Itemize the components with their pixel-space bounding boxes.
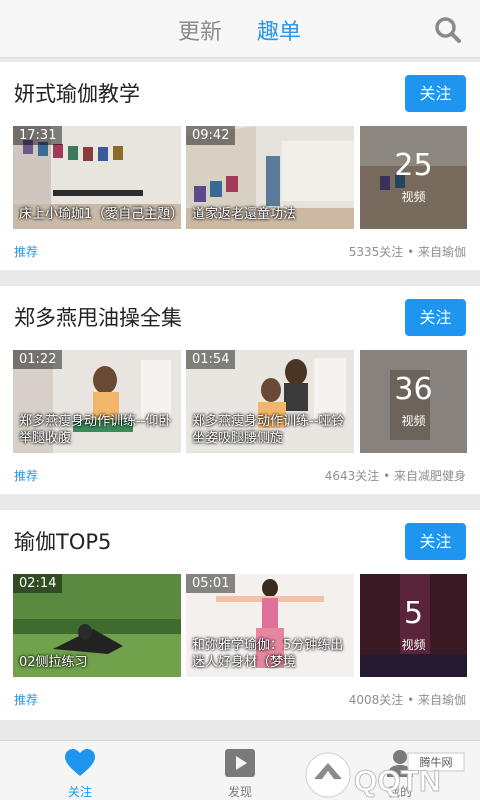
playlist-more-thumbnail[interactable]: 36 视频 [360, 350, 467, 453]
heart-icon [65, 749, 95, 776]
playlist-meta: 4643关注 • 来自减肥健身 [324, 469, 466, 483]
nav-item-following[interactable]: 关注 [20, 741, 140, 800]
nav-label: 关注 [67, 785, 92, 799]
nav-label: 发现 [227, 785, 252, 799]
video-caption: 床上小瑜珈1（愛自己主題） [19, 207, 181, 222]
tab-updates[interactable]: 更新 [178, 14, 222, 46]
playlist-card: 郑多燕甩油操全集 关注 01:22 郑多燕瘦身动作训练--仰卧举腿收腹 01:5… [0, 286, 480, 494]
playlist-title: 郑多燕甩油操全集 [14, 306, 182, 330]
video-duration: 01:22 [13, 350, 63, 369]
search-icon[interactable] [434, 16, 462, 44]
video-thumbnail[interactable]: 17:31 床上小瑜珈1（愛自己主題） [13, 126, 181, 229]
recommend-tag: 推荐 [14, 245, 39, 259]
follow-button[interactable]: 关注 [405, 523, 466, 560]
top-tab-bar: 更新 趣单 [0, 0, 480, 58]
video-thumbnail[interactable]: 09:42 道家返老還童功法 [186, 126, 354, 229]
follow-button[interactable]: 关注 [405, 299, 466, 336]
playlist-title: 瑜伽TOP5 [14, 530, 112, 554]
playlist-more-thumbnail[interactable]: 25 视频 [360, 126, 467, 229]
nav-item-discover[interactable]: 发现 [180, 741, 300, 800]
video-duration: 01:54 [186, 350, 236, 369]
playlist-more-thumbnail[interactable]: 5 视频 [360, 574, 467, 677]
video-count: 25 [394, 148, 433, 183]
video-count-label: 视频 [401, 638, 426, 652]
video-caption: 郑多燕瘦身动作训练--仰卧举腿收腹 [19, 414, 172, 446]
video-count-label: 视频 [401, 414, 426, 428]
playlist-meta: 5335关注 • 来自瑜伽 [348, 245, 466, 259]
video-count: 36 [394, 372, 433, 407]
playlist-meta: 4008关注 • 来自瑜伽 [348, 693, 466, 707]
video-duration: 02:14 [13, 574, 63, 593]
video-caption: 郑多燕瘦身动作训练--哑铃坐姿吸腿腰侧旋 [192, 414, 345, 446]
site-watermark-logo: 腾牛网 QQTN [305, 752, 465, 799]
recommend-tag: 推荐 [14, 469, 39, 483]
play-icon [225, 749, 255, 777]
video-caption: 和弥雅学瑜伽：5分钟练出迷人好身材（梦境 [192, 638, 344, 670]
video-thumbnail[interactable]: 02:14 02侧拉练习 [13, 574, 181, 677]
playlist-title: 妍式瑜伽教学 [14, 82, 140, 106]
video-duration: 17:31 [13, 126, 63, 145]
tab-playlists[interactable]: 趣单 [257, 14, 301, 46]
video-caption: 道家返老還童功法 [192, 207, 297, 222]
playlist-card: 妍式瑜伽教学 关注 17:31 床上小瑜珈1（愛自己主題） 09:42 道家返老… [0, 62, 480, 270]
svg-text:QQTN: QQTN [354, 765, 441, 798]
video-duration: 09:42 [186, 126, 236, 145]
follow-button[interactable]: 关注 [405, 75, 466, 112]
recommend-tag: 推荐 [14, 693, 39, 707]
playlist-card: 瑜伽TOP5 关注 02:14 02侧拉练习 05:01 和弥雅学瑜伽：5分钟练… [0, 510, 480, 720]
video-thumbnail[interactable]: 01:22 郑多燕瘦身动作训练--仰卧举腿收腹 [13, 350, 181, 453]
video-duration: 05:01 [186, 574, 236, 593]
video-thumbnail[interactable]: 01:54 郑多燕瘦身动作训练--哑铃坐姿吸腿腰侧旋 [186, 350, 354, 453]
video-caption: 02侧拉练习 [19, 655, 88, 670]
video-count-label: 视频 [401, 190, 426, 204]
video-thumbnail[interactable]: 05:01 和弥雅学瑜伽：5分钟练出迷人好身材（梦境 [186, 574, 354, 677]
video-count: 5 [403, 596, 424, 631]
